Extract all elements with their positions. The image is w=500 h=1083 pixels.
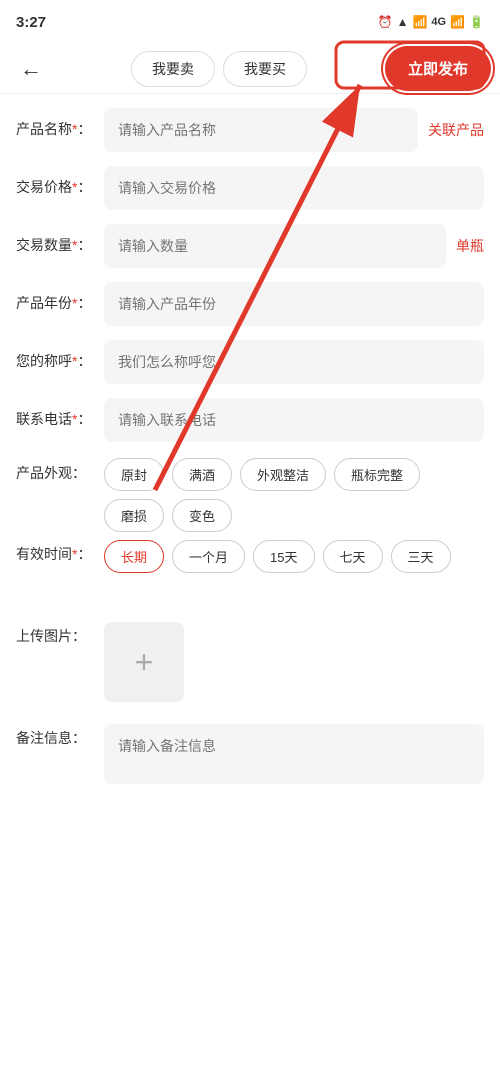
year-input[interactable]	[104, 282, 484, 326]
appearance-tag-1[interactable]: 满酒	[172, 458, 232, 491]
price-input[interactable]	[104, 166, 484, 210]
upload-label: 上传图片：	[16, 616, 104, 646]
validity-tag-1[interactable]: 一个月	[172, 540, 245, 573]
associated-product-link[interactable]: 关联产品	[428, 120, 484, 140]
appearance-tags: 原封 满酒 外观整洁 瓶标完整 磨损 变色	[104, 458, 484, 532]
back-button[interactable]: ←	[12, 52, 50, 86]
appearance-tag-3[interactable]: 瓶标完整	[334, 458, 420, 491]
appearance-row: 产品外观： 原封 满酒 外观整洁 瓶标完整 磨损 变色	[16, 450, 484, 532]
nav-tabs: 我要卖 我要买	[60, 51, 378, 87]
validity-tag-0[interactable]: 长期	[104, 540, 164, 573]
validity-tag-4[interactable]: 三天	[391, 540, 451, 573]
upload-row: 上传图片： +	[16, 616, 484, 716]
publish-button[interactable]: 立即发布	[388, 49, 488, 88]
status-bar: 3:27 ⏰ ▲ 📶 4G 📶 🔋	[0, 0, 500, 44]
price-label: 交易价格*：	[16, 178, 104, 198]
validity-tags: 长期 一个月 15天 七天 三天	[104, 534, 484, 573]
4g-icon: 4G	[431, 16, 446, 28]
validity-row: 有效时间*： 长期 一个月 15天 七天 三天	[16, 534, 484, 614]
validity-tag-3[interactable]: 七天	[323, 540, 383, 573]
quantity-row: 交易数量*： 单瓶	[16, 218, 484, 274]
upload-box[interactable]: +	[104, 622, 184, 702]
appearance-label: 产品外观：	[16, 458, 104, 484]
price-row: 交易价格*：	[16, 160, 484, 216]
tab-sell[interactable]: 我要卖	[131, 51, 215, 87]
product-name-input[interactable]	[104, 108, 418, 152]
nickname-row: 您的称呼*：	[16, 334, 484, 390]
unit-link[interactable]: 单瓶	[456, 236, 484, 256]
product-name-input-row: 关联产品	[104, 108, 484, 152]
tab-buy[interactable]: 我要买	[223, 51, 307, 87]
battery-icon: 🔋	[469, 15, 484, 29]
appearance-tag-4[interactable]: 磨损	[104, 499, 164, 532]
year-row: 产品年份*：	[16, 276, 484, 332]
add-icon: +	[135, 644, 154, 681]
year-label: 产品年份*：	[16, 294, 104, 314]
form-area: 产品名称*： 关联产品 交易价格*： 交易数量*： 单瓶 产品年份*： 您的称呼	[0, 94, 500, 820]
notes-input[interactable]	[104, 724, 484, 784]
nav-bar: ← 我要卖 我要买 立即发布	[0, 44, 500, 94]
status-time: 3:27	[16, 14, 46, 31]
product-name-label: 产品名称*：	[16, 120, 104, 140]
appearance-tag-0[interactable]: 原封	[104, 458, 164, 491]
wifi-icon: ▲	[397, 15, 409, 29]
status-icons: ⏰ ▲ 📶 4G 📶 🔋	[378, 15, 484, 29]
validity-label: 有效时间*：	[16, 534, 104, 564]
alarm-icon: ⏰	[378, 15, 393, 29]
appearance-tag-5[interactable]: 变色	[172, 499, 232, 532]
appearance-tag-2[interactable]: 外观整洁	[240, 458, 326, 491]
quantity-label: 交易数量*：	[16, 236, 104, 256]
nickname-input[interactable]	[104, 340, 484, 384]
signal2-icon: 📶	[450, 15, 465, 29]
signal-icon: 📶	[412, 15, 427, 29]
phone-row: 联系电话*：	[16, 392, 484, 448]
notes-row: 备注信息：	[16, 718, 484, 798]
product-name-row: 产品名称*： 关联产品	[16, 102, 484, 158]
phone-label: 联系电话*：	[16, 410, 104, 430]
nickname-label: 您的称呼*：	[16, 352, 104, 372]
quantity-input-row: 单瓶	[104, 224, 484, 268]
phone-input[interactable]	[104, 398, 484, 442]
validity-tag-2[interactable]: 15天	[253, 540, 314, 573]
quantity-input[interactable]	[104, 224, 446, 268]
notes-label: 备注信息：	[16, 718, 104, 748]
